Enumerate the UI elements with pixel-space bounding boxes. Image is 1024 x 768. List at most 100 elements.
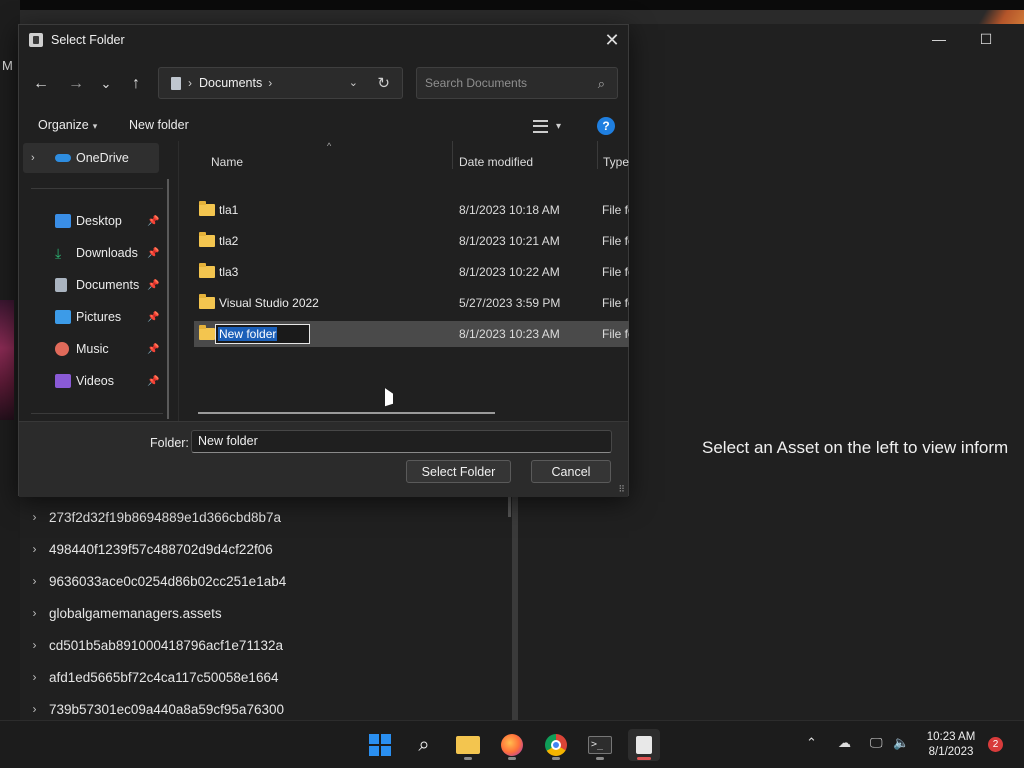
file-date: 5/27/2023 3:59 PM [459,296,561,310]
terminal-icon[interactable]: >_ [584,729,616,761]
column-separator[interactable] [452,141,453,169]
nav-item-label: OneDrive [76,151,129,165]
asset-app-icon[interactable] [628,729,660,761]
breadcrumb-documents[interactable]: Documents [199,76,262,90]
asset-label: 498440f1239f57c488702d9d4cf22f06 [49,541,273,557]
chevron-right-icon[interactable]: › [20,542,49,556]
address-bar[interactable]: › Documents › ⌄ ↻ [158,67,403,99]
pane-splitter[interactable] [512,497,518,720]
file-name: tla2 [219,234,239,248]
refresh-icon[interactable]: ↻ [377,74,390,92]
nav-item-pictures[interactable]: Pictures 📌 [23,302,159,332]
chevron-right-icon[interactable]: › [31,152,35,164]
search-icon[interactable]: ⌕ [598,76,605,92]
up-button[interactable]: ↑ [123,71,149,97]
chevron-right-icon[interactable]: › [20,574,49,588]
asset-info-placeholder: Select an Asset on the left to view info… [702,438,1009,457]
pin-icon[interactable]: 📌 [147,280,159,291]
new-folder-button[interactable]: New folder [129,118,189,132]
view-options-button[interactable]: ▾ [533,115,573,137]
windows-logo-icon [369,734,391,756]
notification-badge[interactable]: 2 [988,737,1003,752]
nav-item-label: Desktop [76,214,122,228]
nav-item-documents[interactable]: Documents 📌 [23,270,159,300]
asset-list-item[interactable]: › cd501b5ab891000418796acf1e71132a [20,629,508,661]
organize-menu[interactable]: Organize ▾ [38,118,97,132]
back-button[interactable]: ← [28,71,54,97]
firefox-logo [501,734,523,756]
firefox-icon[interactable] [496,729,528,761]
chevron-right-icon[interactable]: › [188,76,192,90]
running-indicator [596,757,604,760]
file-row-selected[interactable]: New folder 8/1/2023 10:23 AM File fo [194,321,629,347]
system-clock[interactable]: 10:23 AM 8/1/2023 [918,730,984,760]
pin-icon[interactable]: 📌 [147,248,159,259]
select-folder-button[interactable]: Select Folder [406,460,511,483]
asset-list-item[interactable]: › globalgamemanagers.assets [20,597,508,629]
search-icon[interactable]: ⌕ [408,729,440,761]
dialog-footer: Folder: New folder Select Folder Cancel … [19,421,628,497]
select-folder-dialog: Select Folder ✕ ← → ⌄ ↑ › Documents › ⌄ … [18,24,629,497]
recent-locations-button[interactable]: ⌄ [93,71,119,97]
nav-item-label: Videos [76,374,114,388]
pin-icon[interactable]: 📌 [147,216,159,227]
asset-list-item[interactable]: › 9636033ace0c0254d86b02cc251e1ab4 [20,565,508,597]
pin-icon[interactable]: 📌 [147,344,159,355]
chrome-icon[interactable] [540,729,572,761]
chevron-right-icon[interactable]: › [20,670,49,684]
chevron-right-icon[interactable]: › [20,510,49,524]
maximize-button[interactable]: ☐ [963,28,1009,50]
file-row[interactable]: tla3 8/1/2023 10:22 AM File fo [194,259,629,285]
file-date: 8/1/2023 10:18 AM [459,203,560,217]
list-view-icon [533,119,548,133]
asset-list-scrollbar[interactable] [508,497,511,517]
cloud-offline-icon[interactable]: ☁ [838,735,851,751]
show-hidden-icons-button[interactable]: ⌃ [806,735,817,751]
minimize-button[interactable]: — [916,28,962,50]
column-header-name[interactable]: Name [211,155,243,169]
folder-name-input[interactable]: New folder [191,430,612,453]
close-button[interactable]: ✕ [596,25,628,55]
chevron-right-icon[interactable]: › [268,76,272,90]
horizontal-scrollbar[interactable] [198,412,495,414]
rename-input[interactable]: New folder [215,324,310,344]
pin-icon[interactable]: 📌 [147,376,159,387]
nav-item-downloads[interactable]: ⤓ Downloads 📌 [23,238,159,268]
chevron-down-icon[interactable]: ⌄ [349,76,358,89]
navigation-pane-scrollbar[interactable] [167,179,169,419]
pane-divider[interactable] [178,141,179,421]
start-button[interactable] [364,729,396,761]
chevron-right-icon[interactable]: › [20,702,49,716]
pin-icon[interactable]: 📌 [147,312,159,323]
nav-item-desktop[interactable]: Desktop 📌 [23,206,159,236]
column-header-date-modified[interactable]: Date modified [459,155,533,169]
cloud-icon [55,154,71,162]
search-input[interactable] [417,68,587,98]
forward-button[interactable]: → [63,71,89,97]
folder-label: Folder: [150,436,189,450]
column-header-type[interactable]: Type [603,155,629,169]
nav-item-music[interactable]: Music 📌 [23,334,159,364]
resize-grip-icon[interactable]: ⠿ [618,484,625,495]
navigation-pane: › OneDrive Desktop 📌 ⤓ Downloads 📌 Docum… [19,141,169,421]
volume-icon[interactable]: 🔈 [893,735,909,751]
file-row[interactable]: tla1 8/1/2023 10:18 AM File fo [194,197,629,223]
dialog-title-bar[interactable]: Select Folder ✕ [19,25,628,55]
help-icon[interactable]: ? [597,117,615,135]
file-row[interactable]: tla2 8/1/2023 10:21 AM File fo [194,228,629,254]
network-icon[interactable]: 🖵 [870,735,883,751]
column-separator[interactable] [597,141,598,169]
nav-item-videos[interactable]: Videos 📌 [23,366,159,396]
file-row[interactable]: Visual Studio 2022 5/27/2023 3:59 PM Fil… [194,290,629,316]
nav-item-label: Downloads [76,246,138,260]
asset-list-item[interactable]: › 273f2d32f19b8694889e1d366cbd8b7a [20,501,508,533]
search-box[interactable]: ⌕ [416,67,618,99]
chevron-right-icon[interactable]: › [20,638,49,652]
cancel-button[interactable]: Cancel [531,460,611,483]
asset-list-item[interactable]: › afd1ed5665bf72c4ca117c50058e1664 [20,661,508,693]
file-explorer-icon[interactable] [452,729,484,761]
chevron-right-icon[interactable]: › [20,606,49,620]
document-icon [171,76,181,90]
nav-item-onedrive[interactable]: › OneDrive [23,143,159,173]
asset-list-item[interactable]: › 498440f1239f57c488702d9d4cf22f06 [20,533,508,565]
